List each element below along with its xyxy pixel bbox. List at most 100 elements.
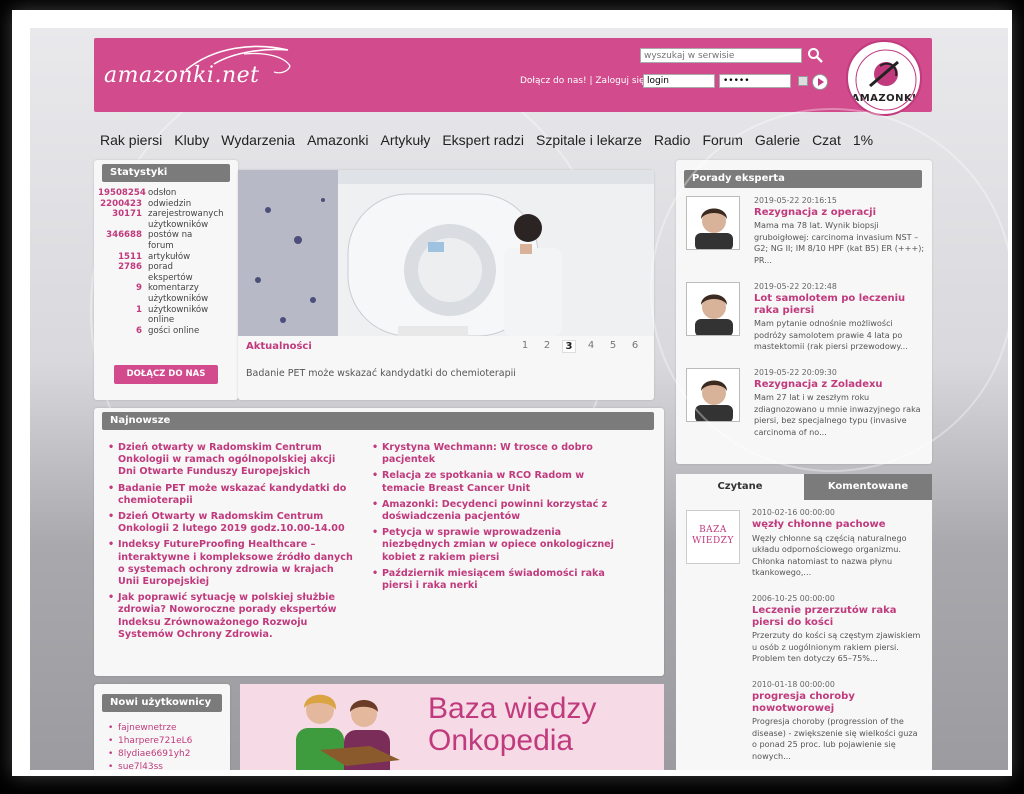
read-item[interactable]: 2010-02-16 00:00:00 węzły chłonne pachow… [752, 508, 924, 579]
read-item[interactable]: 2006-10-25 00:00:00 Leczenie przerzutów … [752, 594, 924, 665]
nav-item-czat[interactable]: Czat [812, 132, 853, 152]
login-field[interactable] [643, 74, 715, 88]
read-date: 2010-02-16 00:00:00 [752, 508, 835, 517]
news-item[interactable]: Dzień Otwarty w Radomskim Centrum Onkolo… [106, 511, 356, 535]
knowledge-base-logo[interactable]: BAZA WIEDZY [686, 510, 740, 564]
stat-value: 6 [136, 325, 142, 336]
news-item[interactable]: Jak poprawić sytuację w polskiej służbie… [106, 592, 356, 641]
kb-logo-line1: BAZA [699, 525, 727, 535]
slider-section-label[interactable]: Aktualności [246, 341, 312, 352]
site-header: amazonki.net Dołącz do nas! | Zaloguj si… [94, 38, 932, 116]
stat-label: użytkowników online [148, 304, 209, 326]
nav-item-artykuly[interactable]: Artykuły [381, 132, 443, 152]
news-item[interactable]: Indeksy FutureProofing Healthcare – inte… [106, 539, 356, 588]
expert-item-title[interactable]: Rezygnacja z Zoladexu [754, 379, 926, 391]
nav-item-ekspert-radzi[interactable]: Ekspert radzi [442, 132, 536, 152]
federation-seal-logo[interactable]: AMAZONKI [846, 40, 922, 116]
new-users-list: fajnewnetrze 1harpere721eL6 8lydiae6691y… [106, 722, 192, 770]
newest-list-left: Dzień otwarty w Radomskim Centrum Onkolo… [106, 442, 356, 645]
pager-page-2[interactable]: 2 [540, 340, 554, 353]
stat-label: odwiedzin [148, 198, 192, 209]
news-item[interactable]: Październik miesiącem świadomości raka p… [370, 568, 614, 592]
search-icon[interactable] [807, 47, 823, 63]
stat-label: komentarzy użytkowników [148, 283, 209, 304]
stat-value: 9 [136, 283, 142, 294]
nav-item-forum[interactable]: Forum [702, 132, 754, 152]
nav-item-galerie[interactable]: Galerie [755, 132, 812, 152]
stat-row: 30171 zarejestrowanych użytkowników [98, 209, 224, 230]
read-text: Progresja choroby (progression of the di… [752, 716, 918, 761]
women-reading-illustration [296, 694, 400, 770]
read-title[interactable]: progresja choroby nowotworowej [752, 691, 924, 714]
stats-title: Statystyki [102, 164, 230, 182]
stat-row: 346688 postów na forum [98, 230, 220, 251]
tab-komentowane[interactable]: Komentowane [804, 474, 932, 500]
expert-date: 2019-05-22 20:16:15 [754, 196, 837, 205]
expert-item[interactable]: 2019-05-22 20:16:15 Rezygnacja z operacj… [686, 196, 924, 278]
read-title[interactable]: Leczenie przerzutów raka piersi do kości [752, 605, 924, 628]
user-link[interactable]: fajnewnetrze [106, 722, 192, 735]
newest-panel: Najnowsze Dzień otwarty w Radomskim Cent… [94, 408, 664, 676]
login-submit-button[interactable] [812, 74, 828, 90]
stats-panel: Statystyki 19508254 odsłon 2200423 odwiedz… [94, 160, 238, 400]
mri-scanner-photo [238, 170, 654, 336]
stat-row: 19508254 odsłon [98, 188, 220, 199]
stat-value: 346688 [106, 230, 142, 241]
stat-row: 6 gości online [98, 326, 220, 337]
user-link[interactable]: sue7l43ss [106, 761, 192, 770]
nav-item-amazonki[interactable]: Amazonki [307, 132, 380, 152]
pager-page-1[interactable]: 1 [518, 340, 532, 353]
remember-checkbox[interactable] [798, 76, 808, 86]
slide-caption[interactable]: Badanie PET może wskazać kandydatki do c… [246, 368, 516, 379]
stat-label: zarejestrowanych użytkowników [148, 209, 224, 230]
pager-page-5[interactable]: 5 [606, 340, 620, 353]
stat-row: 1 użytkowników online [98, 305, 220, 326]
news-item[interactable]: Amazonki: Decydenci powinni korzystać z … [370, 499, 614, 523]
stat-value: 1 [136, 304, 142, 315]
pager-page-6[interactable]: 6 [628, 340, 642, 353]
read-text: Węzły chłonne są częścią naturalnego ukł… [752, 532, 907, 578]
expert-date: 2019-05-22 20:12:48 [754, 282, 837, 291]
screenshot-frame: amazonki.net Dołącz do nas! | Zaloguj si… [12, 10, 1012, 776]
user-link[interactable]: 8lydiae6691yh2 [106, 748, 192, 761]
stat-value: 2786 [118, 262, 142, 273]
expert-avatar [686, 282, 740, 336]
search-input[interactable] [640, 48, 802, 63]
join-button[interactable]: DOŁĄCZ DO NAS [114, 365, 218, 384]
nav-item-rak-piersi[interactable]: Rak piersi [100, 132, 174, 152]
stat-label: gości online [148, 325, 200, 336]
news-item[interactable]: Dzień otwarty w Radomskim Centrum Onkolo… [106, 442, 356, 479]
user-link[interactable]: 1harpere721eL6 [106, 735, 192, 748]
read-title[interactable]: węzły chłonne pachowe [752, 519, 924, 531]
expert-item-title[interactable]: Rezygnacja z operacji [754, 207, 926, 219]
nav-item-wydarzenia[interactable]: Wydarzenia [221, 132, 307, 152]
popular-tabs: Czytane Komentowane BAZA WIEDZY 2010-02-… [676, 474, 932, 770]
expert-item-title[interactable]: Lot samolotem po leczeniu raka piersi [754, 293, 926, 316]
expert-avatar [686, 196, 740, 250]
kb-logo-line2: WIEDZY [692, 536, 734, 546]
tab-czytane[interactable]: Czytane [676, 474, 804, 500]
news-item[interactable]: Badanie PET może wskazać kandydatki do c… [106, 483, 356, 507]
pager-page-4[interactable]: 4 [584, 340, 598, 353]
nav-item-kluby[interactable]: Kluby [174, 132, 221, 152]
login-label[interactable]: Dołącz do nas! | Zaloguj się: [520, 76, 648, 86]
pager-page-3-active[interactable]: 3 [562, 340, 576, 353]
password-field[interactable] [719, 74, 791, 88]
expert-panel: Porady eksperta 2019-05-22 20:16:15 Rezy… [676, 160, 932, 464]
expert-item[interactable]: 2019-05-22 20:09:30 Rezygnacja z Zoladex… [686, 368, 924, 450]
newest-title: Najnowsze [102, 412, 654, 430]
nav-item-radio[interactable]: Radio [654, 132, 703, 152]
read-item[interactable]: 2010-01-18 00:00:00 progresja choroby no… [752, 680, 924, 762]
expert-avatar [686, 368, 740, 422]
new-users-panel: Nowi użytkownicy fajnewnetrze 1harpere72… [94, 684, 230, 770]
stat-value: 19508254 [98, 188, 146, 198]
nav-item-1-procent[interactable]: 1% [853, 132, 885, 152]
stat-value: 1511 [118, 251, 142, 262]
news-item[interactable]: Krystyna Wechmann: W trosce o dobro pacj… [370, 442, 614, 466]
expert-item[interactable]: 2019-05-22 20:12:48 Lot samolotem po lec… [686, 282, 924, 364]
nav-item-szpitale[interactable]: Szpitale i lekarze [536, 132, 654, 152]
onkopedia-banner[interactable]: Baza wiedzy Onkopedia [240, 684, 664, 770]
news-item[interactable]: Petycja w sprawie wprowadzenia niezbędny… [370, 527, 614, 564]
slide-image[interactable] [238, 170, 654, 336]
news-item[interactable]: Relacja ze spotkania w RCO Radom w temac… [370, 470, 614, 494]
